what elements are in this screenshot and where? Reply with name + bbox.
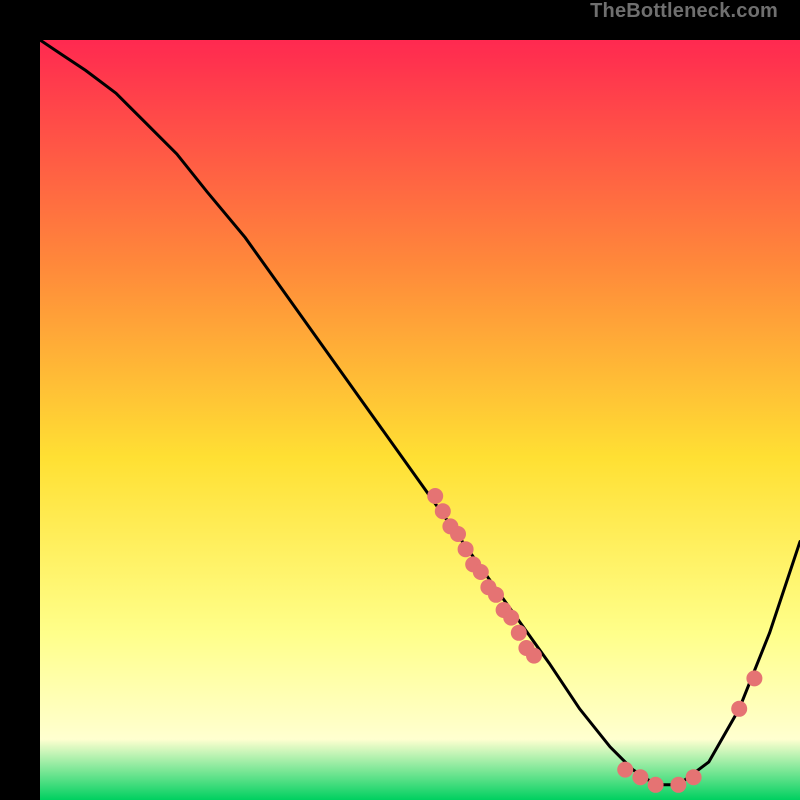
data-point (746, 670, 762, 686)
data-point (648, 777, 664, 793)
data-point (670, 777, 686, 793)
data-point (488, 587, 504, 603)
data-point (427, 488, 443, 504)
chart-svg (40, 40, 800, 800)
data-point (458, 541, 474, 557)
plot-frame (20, 20, 780, 780)
data-point (503, 610, 519, 626)
data-point (617, 762, 633, 778)
data-point (632, 769, 648, 785)
data-point (473, 564, 489, 580)
watermark-text: TheBottleneck.com (590, 0, 778, 23)
data-point (511, 625, 527, 641)
gradient-background (40, 40, 800, 800)
data-point (686, 769, 702, 785)
data-point (731, 701, 747, 717)
data-point (450, 526, 466, 542)
data-point (526, 648, 542, 664)
data-point (435, 503, 451, 519)
